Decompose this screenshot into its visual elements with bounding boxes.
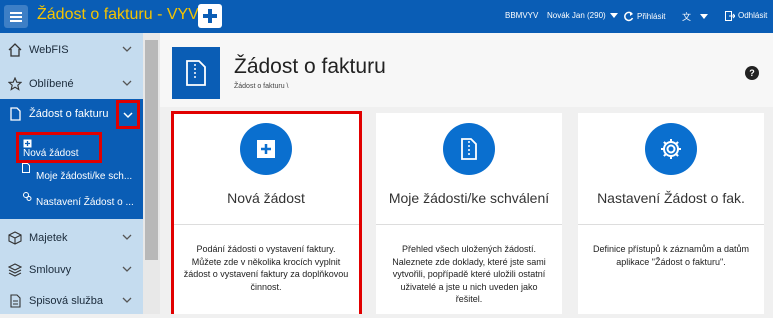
sidebar-item-label: Majetek [29, 232, 68, 244]
sidebar-item-label: Smlouvy [29, 264, 72, 276]
chevron-down-icon [122, 234, 132, 240]
gear-icon [661, 139, 681, 159]
document-icon [10, 107, 21, 121]
page-title: Žádost o fakturu [234, 55, 386, 78]
document-zip-icon [186, 60, 206, 86]
tile-description: Přehled všech uložených žádostí. Nalezne… [392, 244, 546, 304]
sidebar-subitem-my-requests[interactable]: Moje žádosti/ke sch... [22, 163, 140, 185]
sidebar-item-filing-service[interactable]: Spisová služba [0, 284, 143, 318]
stack-icon [8, 263, 22, 277]
logout-icon [725, 11, 735, 21]
tile-settings[interactable]: Nastavení Žádost o fak. Definice přístup… [578, 113, 764, 314]
document-zip-icon [461, 138, 477, 160]
refresh-icon [624, 11, 634, 22]
tile-icon-circle [645, 123, 697, 175]
divider [376, 224, 562, 225]
sidebar-item-webfis[interactable]: WebFIS [0, 33, 143, 67]
language-menu[interactable]: 文 [682, 11, 708, 22]
sidebar-item-label: Oblíbené [29, 78, 74, 90]
breadcrumb[interactable]: Žádost o fakturu \ [234, 83, 288, 90]
star-icon [8, 77, 22, 91]
chevron-down-icon [122, 297, 132, 303]
chevron-down-icon [122, 46, 132, 52]
hamburger-icon [10, 11, 22, 22]
help-icon: ? [749, 68, 755, 78]
sidebar-item-contracts[interactable]: Smlouvy [0, 253, 143, 287]
gears-icon [23, 192, 32, 201]
sidebar-subitem-label: Moje žádosti/ke sch... [36, 171, 133, 182]
tile-title: Moje žádosti/ke schválení [388, 190, 550, 206]
tile-icon-circle [443, 123, 495, 175]
scrollbar-thumb[interactable] [145, 40, 158, 260]
logout-label: Odhlásit [738, 11, 768, 20]
caret-down-icon [700, 13, 708, 19]
sidebar-item-label: WebFIS [29, 44, 69, 56]
user-name: Novák Jan (290) [547, 11, 606, 20]
login-button[interactable]: Přihlásit [623, 11, 665, 22]
chevron-down-icon [122, 266, 132, 272]
divider [578, 224, 764, 225]
new-request-button[interactable] [198, 4, 222, 28]
sidebar-item-label: Žádost o fakturu [29, 108, 109, 120]
user-menu[interactable]: Novák Jan (290) [547, 11, 618, 21]
translate-icon: 文 [682, 11, 691, 22]
sidebar-subitem-label: Nová žádost [23, 148, 79, 159]
chevron-down-icon [122, 80, 132, 86]
highlight-tile [171, 111, 362, 314]
plus-icon [203, 9, 217, 23]
app-title: Žádost o fakturu - VYV [37, 6, 199, 23]
hamburger-menu-button[interactable] [4, 5, 28, 28]
page-icon [172, 47, 220, 99]
sidebar-item-favorites[interactable]: Oblíbené [0, 67, 143, 101]
login-label: Přihlásit [637, 11, 666, 21]
sidebar-item-label: Spisová služba [29, 295, 103, 307]
svg-text:文: 文 [682, 11, 691, 22]
cube-icon [8, 231, 22, 245]
file-icon [10, 294, 21, 308]
home-icon [8, 43, 22, 57]
sidebar-item-assets[interactable]: Majetek [0, 221, 143, 255]
caret-down-icon [609, 13, 618, 18]
add-box-icon [23, 139, 32, 148]
chevron-down-icon [123, 112, 133, 119]
help-button[interactable]: ? [745, 66, 759, 80]
sidebar-subitem-settings[interactable]: Nastavení Žádost o ... [22, 191, 140, 215]
tile-title: Nastavení Žádost o fak. [597, 190, 745, 206]
expand-toggle-button[interactable] [116, 100, 140, 129]
tile-my-requests[interactable]: Moje žádosti/ke schválení Přehled všech … [376, 113, 562, 314]
top-bar: Žádost o fakturu - VYV BBMVYV Novák Jan … [0, 0, 773, 33]
logout-button[interactable]: Odhlásit [725, 11, 767, 21]
sidebar-subitem-label: Nastavení Žádost o ... [36, 197, 134, 208]
database-label: BBMVYV [505, 11, 539, 20]
tile-description: Definice přístupů k záznamům a datům apl… [592, 244, 750, 267]
document-list-icon [22, 163, 30, 173]
